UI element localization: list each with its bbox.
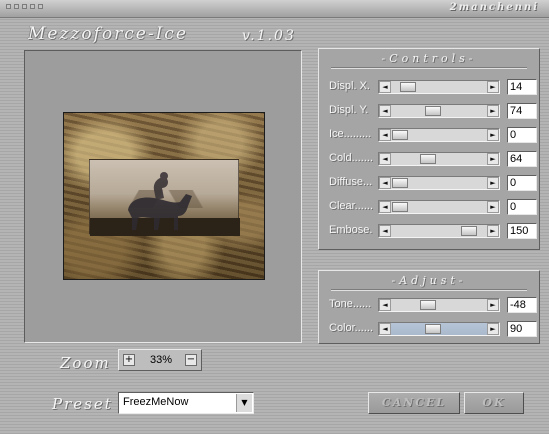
slider-row: Diffuse... ◄ ► 0 (329, 175, 539, 191)
arrow-right-icon[interactable]: ► (487, 105, 499, 117)
brand-label: 2manchenni (449, 2, 539, 13)
slider-label: Ice......... (329, 128, 372, 140)
slider-thumb[interactable] (461, 226, 477, 236)
preview-panel[interactable] (24, 50, 302, 343)
horse-rider-figure (128, 172, 192, 230)
adjust-panel: -Adjust- Tone...... ◄ ► -48 Color...... ◄ ► 90 (318, 270, 540, 344)
preview-image[interactable] (63, 112, 265, 280)
slider-value-field[interactable]: 64 (507, 151, 537, 167)
arrow-right-icon[interactable]: ► (487, 81, 499, 93)
controls-title: -Controls- (381, 52, 477, 65)
slider-label: Cold....... (329, 152, 374, 164)
slider-label: Diffuse... (329, 176, 373, 188)
slider-track[interactable]: ◄ ► (378, 80, 500, 94)
preset-dropdown[interactable]: FreezMeNow ▼ (118, 392, 254, 414)
arrow-left-icon[interactable]: ◄ (379, 81, 391, 93)
slider-label: Tone...... (329, 298, 372, 310)
cancel-button[interactable]: CANCEL (368, 392, 460, 414)
slider-thumb[interactable] (392, 130, 408, 140)
grip-dot (30, 4, 35, 9)
chevron-down-icon[interactable]: ▼ (236, 394, 252, 412)
slider-track[interactable]: ◄ ► (378, 128, 500, 142)
arrow-left-icon[interactable]: ◄ (379, 225, 391, 237)
arrow-right-icon[interactable]: ► (487, 225, 499, 237)
slider-value-field[interactable]: 0 (507, 127, 537, 143)
title-bar: 2manchenni (0, 0, 549, 18)
arrow-left-icon[interactable]: ◄ (379, 105, 391, 117)
window-grip[interactable] (6, 4, 43, 9)
zoom-control: + 33% − (118, 349, 202, 371)
slider-track[interactable]: ◄ ► (378, 176, 500, 190)
slider-track[interactable]: ◄ ► (378, 298, 500, 312)
slider-track[interactable]: ◄ ► (378, 200, 500, 214)
grip-dot (14, 4, 19, 9)
slider-track[interactable]: ◄ ► (378, 224, 500, 238)
zoom-value: 33% (149, 354, 173, 366)
slider-thumb[interactable] (392, 202, 408, 212)
slider-row: Embose. ◄ ► 150 (329, 223, 539, 239)
slider-value-field[interactable]: 150 (507, 223, 537, 239)
slider-value-field[interactable]: -48 (507, 297, 537, 313)
slider-track[interactable]: ◄ ► (378, 104, 500, 118)
slider-label: Displ. X. (329, 80, 370, 92)
slider-row: Cold....... ◄ ► 64 (329, 151, 539, 167)
arrow-right-icon[interactable]: ► (487, 129, 499, 141)
slider-thumb[interactable] (425, 106, 441, 116)
grip-dot (6, 4, 11, 9)
slider-value-field[interactable]: 0 (507, 199, 537, 215)
zoom-label: Zoom (60, 354, 111, 372)
slider-row: Tone...... ◄ ► -48 (329, 297, 539, 313)
controls-divider (331, 67, 527, 69)
slider-row: Displ. Y. ◄ ► 74 (329, 103, 539, 119)
controls-panel: -Controls- Displ. X. ◄ ► 14 Displ. Y. ◄ ► 74 Ice… (318, 48, 540, 250)
slider-thumb[interactable] (392, 178, 408, 188)
arrow-right-icon[interactable]: ► (487, 323, 499, 335)
grip-dot (38, 4, 43, 9)
arrow-left-icon[interactable]: ◄ (379, 299, 391, 311)
arrow-left-icon[interactable]: ◄ (379, 129, 391, 141)
zoom-in-button[interactable]: + (123, 354, 135, 366)
slider-thumb[interactable] (400, 82, 416, 92)
slider-label: Clear...... (329, 200, 374, 212)
adjust-divider (331, 289, 527, 291)
arrow-left-icon[interactable]: ◄ (379, 201, 391, 213)
grip-dot (22, 4, 27, 9)
arrow-right-icon[interactable]: ► (487, 299, 499, 311)
zoom-out-button[interactable]: − (185, 354, 197, 366)
slider-track[interactable]: ◄ ► (378, 152, 500, 166)
slider-value-field[interactable]: 90 (507, 321, 537, 337)
version-label: v.1.03 (242, 28, 296, 44)
preset-label: Preset (52, 395, 113, 413)
arrow-left-icon[interactable]: ◄ (379, 177, 391, 189)
slider-value-field[interactable]: 14 (507, 79, 537, 95)
slider-label: Color...... (329, 322, 374, 334)
plus-icon: + (124, 354, 134, 365)
app-title: Mezzoforce-Ice (28, 24, 188, 44)
adjust-title: -Adjust- (391, 274, 467, 287)
slider-row: Displ. X. ◄ ► 14 (329, 79, 539, 95)
slider-thumb[interactable] (420, 154, 436, 164)
slider-value-field[interactable]: 74 (507, 103, 537, 119)
slider-thumb[interactable] (425, 324, 441, 334)
slider-label: Embose. (329, 224, 373, 236)
arrow-left-icon[interactable]: ◄ (379, 153, 391, 165)
preview-scene (89, 159, 240, 236)
slider-row: Ice......... ◄ ► 0 (329, 127, 539, 143)
arrow-right-icon[interactable]: ► (487, 201, 499, 213)
slider-value-field[interactable]: 0 (507, 175, 537, 191)
slider-row: Clear...... ◄ ► 0 (329, 199, 539, 215)
ok-button[interactable]: OK (464, 392, 524, 414)
slider-track[interactable]: ◄ ► (378, 322, 500, 336)
minus-icon: − (186, 354, 196, 365)
preset-selected-value: FreezMeNow (123, 396, 189, 408)
slider-label: Displ. Y. (329, 104, 369, 116)
slider-row: Color...... ◄ ► 90 (329, 321, 539, 337)
arrow-left-icon[interactable]: ◄ (379, 323, 391, 335)
arrow-right-icon[interactable]: ► (487, 153, 499, 165)
slider-thumb[interactable] (420, 300, 436, 310)
arrow-right-icon[interactable]: ► (487, 177, 499, 189)
